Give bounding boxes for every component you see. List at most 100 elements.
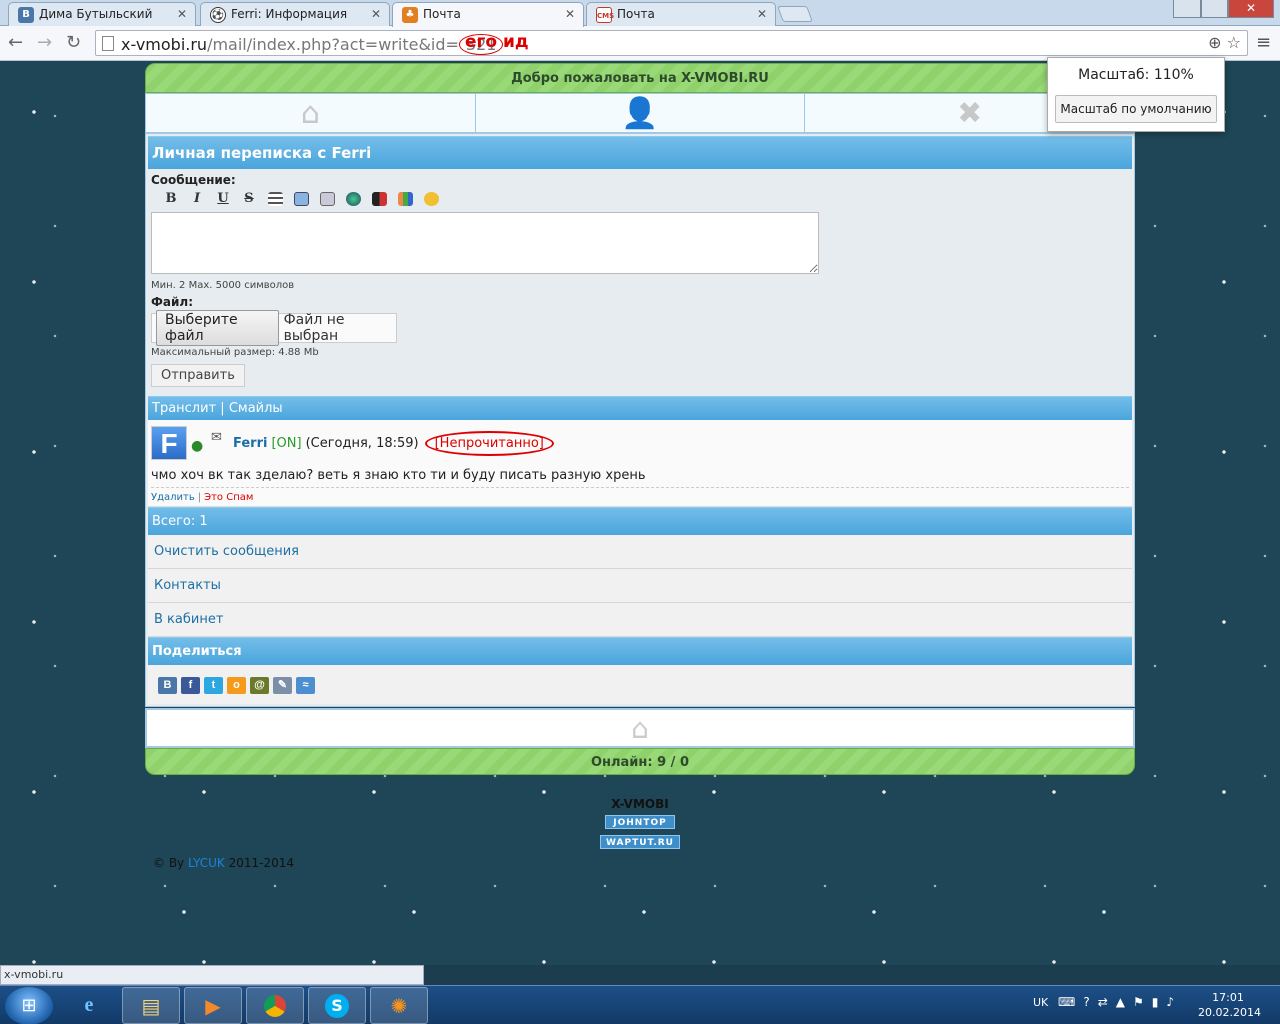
forward-arrow-icon[interactable]: →: [37, 32, 52, 54]
zoom-reset-button[interactable]: Масштаб по умолчанию: [1055, 95, 1217, 123]
twitter-share-icon[interactable]: t: [204, 677, 223, 694]
bbcode-toolbar: B I U S: [158, 190, 1129, 208]
main-content: Личная переписка с Ferri Сообщение: B I …: [145, 133, 1135, 707]
zoom-icon[interactable]: ⊕: [1208, 33, 1221, 52]
window-close-button[interactable]: ✕: [1228, 0, 1274, 18]
livejournal-share-icon[interactable]: ✎: [273, 677, 292, 694]
url-path: /mail/index.php?act=write&id=: [207, 35, 459, 54]
help-icon[interactable]: ?: [1083, 995, 1097, 1009]
tab-label: Дима Бутыльский: [39, 7, 153, 21]
tab-strip: В Дима Бутыльский ✕ ⚽ Ferri: Информация …: [0, 0, 1280, 27]
message-author[interactable]: Ferri: [233, 436, 267, 451]
smile-icon[interactable]: [418, 190, 444, 208]
odnoklassniki-share-icon[interactable]: o: [227, 677, 246, 694]
chrome-taskbar-icon[interactable]: [246, 987, 304, 1024]
myspace-share-icon[interactable]: ≈: [296, 677, 315, 694]
johntop-counter[interactable]: JOHNTOP: [605, 815, 675, 829]
vk-share-icon[interactable]: В: [158, 677, 177, 694]
cabinet-link[interactable]: В кабинет: [148, 603, 1132, 637]
action-separator: |: [197, 492, 202, 503]
tab-label: Почта: [617, 7, 655, 21]
back-arrow-icon[interactable]: ←: [8, 32, 23, 54]
home-nav[interactable]: ⌂: [146, 94, 476, 132]
minimize-button[interactable]: [1173, 0, 1201, 18]
smiles-link[interactable]: Смайлы: [229, 401, 283, 416]
message-actions: Удалить | Это Спам: [151, 492, 1129, 503]
network-icon[interactable]: ⇄: [1098, 995, 1116, 1009]
show-hidden-icon[interactable]: ▲: [1116, 995, 1133, 1009]
close-icon[interactable]: ✕: [371, 3, 381, 25]
start-button[interactable]: ⊞: [5, 987, 53, 1024]
copyright-author[interactable]: LYCUK: [188, 856, 225, 870]
tab-ferri[interactable]: ⚽ Ferri: Информация ✕: [200, 2, 390, 26]
link-globe-icon[interactable]: [340, 190, 366, 208]
reload-icon[interactable]: ↻: [66, 32, 81, 54]
strike-button[interactable]: S: [236, 190, 262, 208]
star-icon[interactable]: ☆: [1227, 33, 1241, 52]
user-icon: 👤: [621, 95, 659, 131]
choose-file-button[interactable]: Выберите файл: [156, 310, 279, 346]
mailru-share-icon[interactable]: @: [250, 677, 269, 694]
waptut-counter[interactable]: WAPTUT.RU: [600, 835, 680, 849]
tab-vk[interactable]: В Дима Бутыльский ✕: [8, 2, 196, 26]
spam-link[interactable]: Это Спам: [204, 492, 253, 503]
maximize-button[interactable]: [1201, 0, 1228, 18]
network-bars-icon[interactable]: ▮: [1152, 995, 1167, 1009]
new-tab-button[interactable]: [777, 6, 813, 22]
close-icon[interactable]: ✕: [177, 3, 187, 25]
status-url: x-vmobi.ru: [0, 965, 424, 985]
volume-icon[interactable]: ♪: [1166, 995, 1182, 1009]
tab-mail-active[interactable]: ♣ Почта ✕: [392, 2, 584, 27]
address-bar[interactable]: x-vmobi.ru/mail/index.php?act=write&id= 3…: [95, 30, 1248, 56]
send-button[interactable]: Отправить: [151, 364, 245, 387]
language-indicator[interactable]: UK: [1033, 996, 1048, 1009]
message-textarea[interactable]: [151, 212, 819, 274]
contacts-link[interactable]: Контакты: [148, 569, 1132, 603]
url-host: x-vmobi.ru: [121, 35, 208, 54]
home-icon: ⌂: [631, 711, 649, 745]
facebook-share-icon[interactable]: f: [181, 677, 200, 694]
clock[interactable]: 17:01 20.02.2014: [1198, 990, 1261, 1020]
message-label: Сообщение:: [151, 173, 236, 187]
flag-icon[interactable]: ⚑: [1133, 995, 1152, 1009]
translit-link[interactable]: Транслит: [152, 401, 216, 416]
share-title: Поделиться: [148, 637, 1132, 665]
close-icon[interactable]: ✕: [565, 3, 575, 25]
underline-button[interactable]: U: [210, 190, 236, 208]
explorer-taskbar-icon[interactable]: ▤: [122, 987, 180, 1024]
quote-icon[interactable]: [288, 190, 314, 208]
url-text[interactable]: x-vmobi.ru/mail/index.php?act=write&id= 3…: [121, 34, 504, 55]
close-icon[interactable]: ✕: [757, 3, 767, 25]
menu-icon[interactable]: ≡: [1256, 32, 1271, 53]
italic-button[interactable]: I: [184, 190, 210, 208]
delete-link[interactable]: Удалить: [151, 492, 195, 503]
profile-nav[interactable]: 👤: [476, 94, 806, 132]
tab-mail-cms[interactable]: CMS Почта ✕: [586, 2, 776, 26]
text-color-icon[interactable]: [366, 190, 392, 208]
message-date: (Сегодня, 18:59): [305, 435, 419, 451]
media-player-taskbar-icon[interactable]: ▶: [184, 987, 242, 1024]
avast-taskbar-icon[interactable]: ✺: [370, 987, 428, 1024]
clock-date: 20.02.2014: [1198, 1006, 1261, 1019]
skype-taskbar-icon[interactable]: S: [308, 987, 366, 1024]
list-icon[interactable]: [262, 190, 288, 208]
file-input[interactable]: Выберите файл Файл не выбран: [151, 310, 397, 346]
home-icon: ⌂: [300, 95, 320, 131]
message-item: F ● ✉ Ferri [ON] (Сегодня, 18:59) [Непро…: [148, 420, 1132, 507]
background-color-icon[interactable]: [392, 190, 418, 208]
soccer-ball-icon: ⚽: [210, 7, 226, 23]
avatar[interactable]: F: [151, 426, 187, 460]
keyboard-icon[interactable]: ⌨: [1058, 995, 1083, 1009]
bold-button[interactable]: B: [158, 190, 184, 208]
windows-taskbar: ⊞ e ▤ ▶ S ✺ UK ⌨?⇄▲⚑▮♪ 17:01 20.02.2014: [0, 985, 1280, 1024]
ie-taskbar-icon[interactable]: e: [60, 987, 118, 1024]
people-icon: ♣: [402, 7, 418, 23]
unread-badge: [Непрочитанно]: [424, 430, 554, 456]
bottom-home-nav[interactable]: ⌂: [145, 708, 1135, 748]
php-code-icon[interactable]: [314, 190, 340, 208]
total-count: Всего: 1: [148, 507, 1132, 535]
clear-messages-link[interactable]: Очистить сообщения: [148, 535, 1132, 569]
close-x-icon: ✖: [957, 95, 983, 131]
browser-toolbar: ← → ↻ x-vmobi.ru/mail/index.php?act=writ…: [0, 26, 1280, 61]
cms-icon: CMS: [596, 7, 614, 23]
